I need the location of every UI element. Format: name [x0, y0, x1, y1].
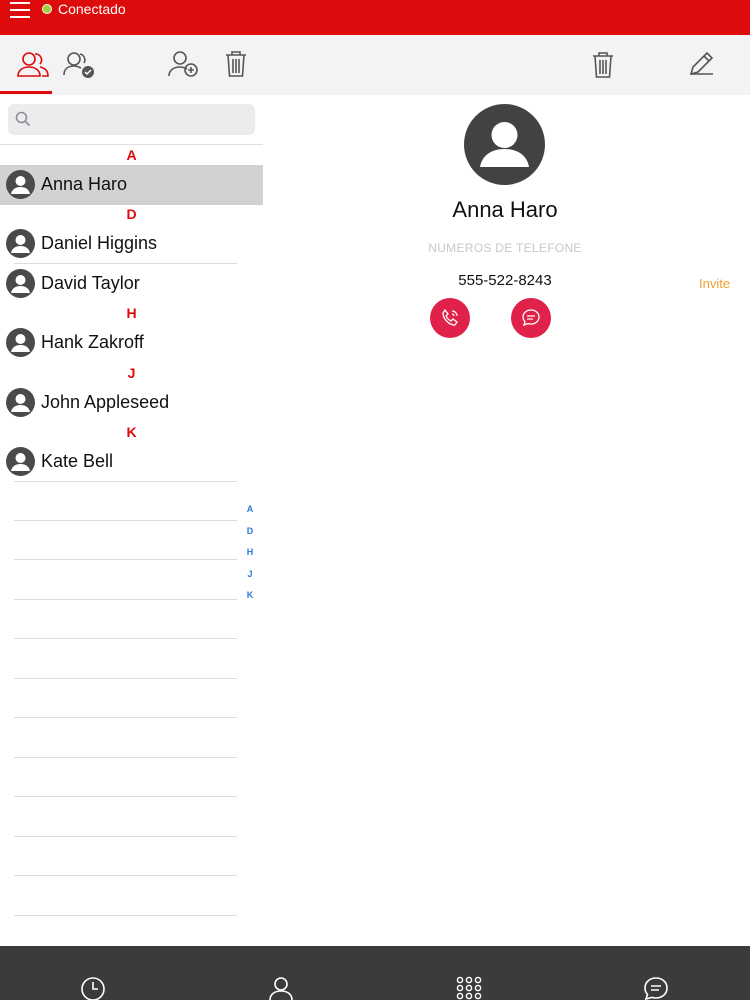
message-button[interactable] — [511, 298, 551, 338]
connection-status-dot — [42, 4, 52, 14]
add-contact-icon[interactable] — [167, 49, 201, 79]
phone-call-icon — [442, 308, 458, 326]
avatar — [6, 269, 35, 298]
contact-name: Anna Haro — [41, 174, 128, 194]
contact-row-kate-bell[interactable]: Kate Bell — [0, 442, 263, 482]
row-divider — [14, 757, 237, 758]
phone-numbers-label: NUMEROS DE TELEFONE — [428, 241, 582, 255]
contact-row-david-taylor[interactable]: David Taylor — [0, 264, 263, 304]
index-letter-k[interactable]: K — [243, 588, 257, 610]
connection-status-text: Conectado — [58, 1, 126, 17]
avatar — [6, 447, 35, 476]
index-letter-a[interactable]: A — [243, 502, 257, 524]
avatar — [6, 229, 35, 258]
row-divider — [14, 796, 237, 797]
row-divider — [14, 559, 237, 560]
contact-name: John Appleseed — [41, 392, 170, 412]
detail-avatar — [464, 104, 545, 185]
contact-name: Hank Zakroff — [41, 332, 144, 352]
trash-icon[interactable] — [224, 50, 248, 78]
row-divider — [14, 875, 237, 876]
trash-icon[interactable] — [591, 51, 615, 79]
contact-row-anna-haro[interactable]: Anna Haro — [0, 165, 263, 205]
contact-detail-name: Anna Haro — [452, 197, 558, 222]
section-header-h: H — [126, 305, 137, 321]
shared-contacts-icon[interactable] — [62, 49, 98, 79]
contact-name: David Taylor — [41, 273, 140, 293]
index-letter-h[interactable]: H — [243, 545, 257, 567]
search-bar — [8, 104, 255, 135]
section-header-k: K — [126, 424, 137, 440]
dialpad-icon[interactable] — [456, 976, 482, 1000]
menu-icon[interactable] — [10, 2, 30, 18]
call-button[interactable] — [430, 298, 470, 338]
chat-bubble-icon[interactable] — [643, 976, 669, 1000]
history-clock-icon[interactable] — [80, 976, 106, 1000]
row-divider — [14, 520, 237, 521]
status-bar: Conectado — [0, 0, 750, 35]
search-icon — [15, 111, 31, 127]
contacts-icon[interactable] — [16, 49, 50, 79]
contact-name: Kate Bell — [41, 451, 114, 471]
row-divider — [14, 678, 237, 679]
edit-pencil-icon[interactable] — [687, 50, 715, 78]
row-divider — [14, 836, 237, 837]
active-tab-indicator — [0, 91, 52, 94]
divider — [0, 144, 263, 145]
section-header-d: D — [126, 206, 137, 222]
row-divider — [14, 638, 237, 639]
alphabet-index[interactable]: A D H J K — [243, 502, 257, 610]
index-letter-d[interactable]: D — [243, 524, 257, 546]
contacts-person-icon[interactable] — [268, 976, 294, 1000]
contact-name: Daniel Higgins — [41, 233, 158, 253]
avatar — [6, 388, 35, 417]
index-letter-j[interactable]: J — [243, 567, 257, 589]
search-input[interactable] — [38, 108, 248, 131]
bottom-tab-bar — [0, 946, 750, 1000]
contact-row-daniel-higgins[interactable]: Daniel Higgins — [0, 224, 263, 264]
contact-row-john-appleseed[interactable]: John Appleseed — [0, 383, 263, 423]
contacts-toolbar — [0, 35, 263, 95]
invite-link[interactable]: Invite — [699, 276, 730, 291]
avatar — [6, 170, 35, 199]
avatar — [6, 328, 35, 357]
row-divider — [14, 481, 237, 482]
row-divider — [14, 717, 237, 718]
contact-row-hank-zakroff[interactable]: Hank Zakroff — [0, 323, 263, 363]
section-header-j: J — [127, 365, 136, 381]
section-header-a: A — [126, 147, 137, 163]
chat-bubble-icon — [522, 309, 540, 327]
row-divider — [14, 915, 237, 916]
row-divider — [14, 599, 237, 600]
detail-toolbar — [263, 35, 750, 95]
phone-number[interactable]: 555-522-8243 — [420, 272, 590, 289]
